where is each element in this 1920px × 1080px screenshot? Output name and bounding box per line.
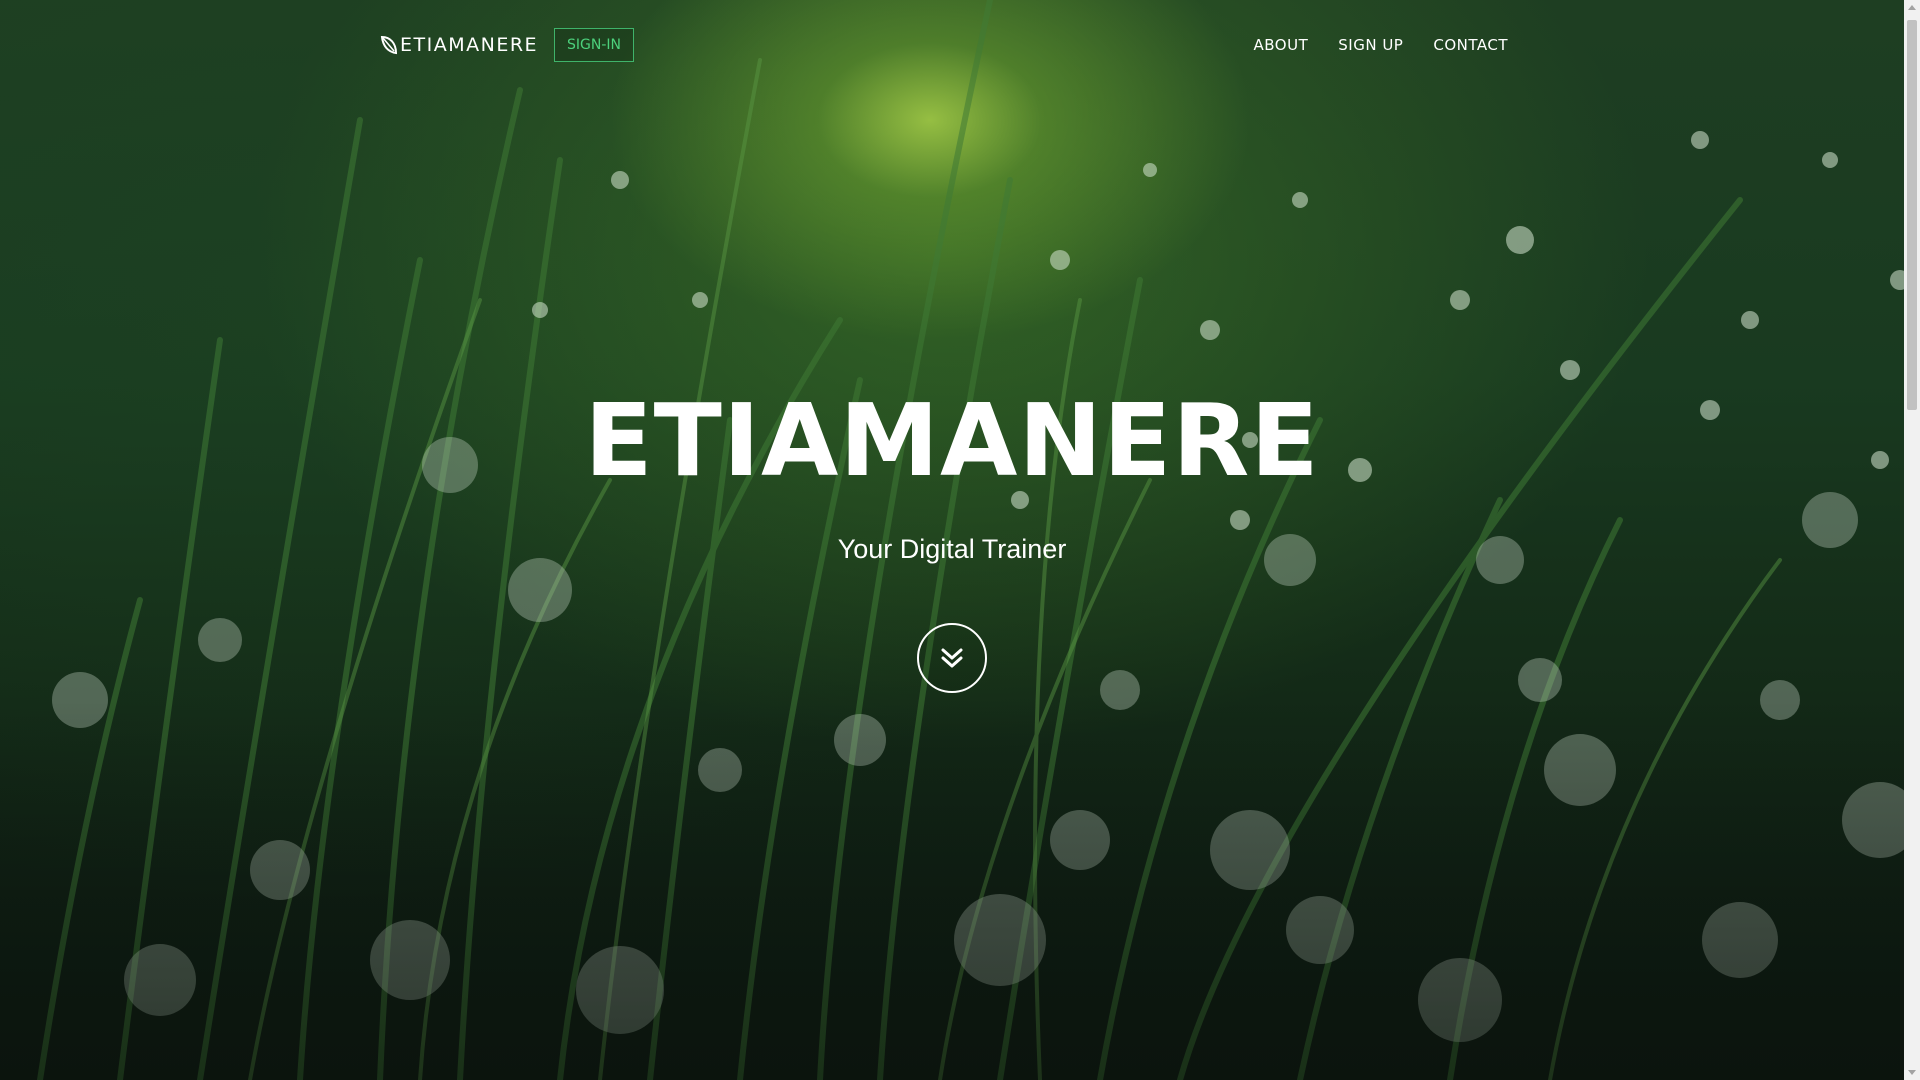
scroll-down-arrow-icon[interactable] bbox=[1908, 1070, 1916, 1075]
nav-links: ABOUT SIGN UP CONTACT bbox=[1254, 36, 1508, 54]
nav-link-contact[interactable]: CONTACT bbox=[1433, 36, 1508, 54]
chevron-double-down-icon bbox=[941, 648, 963, 668]
landing-page: ETIAMANERE SIGN-IN ABOUT SIGN UP CONTACT… bbox=[0, 0, 1920, 1080]
hero-subtitle: Your Digital Trainer bbox=[837, 534, 1067, 564]
scrollbar-thumb[interactable] bbox=[1907, 20, 1917, 410]
brand-name: ETIAMANERE bbox=[400, 34, 539, 56]
hero-title: ETIAMANERE bbox=[584, 382, 1320, 499]
nav-link-about[interactable]: ABOUT bbox=[1254, 36, 1309, 54]
sign-in-button[interactable]: SIGN-IN bbox=[554, 28, 635, 62]
scroll-down-button[interactable] bbox=[917, 623, 987, 693]
brand: ETIAMANERE SIGN-IN bbox=[380, 28, 635, 62]
leaf-icon bbox=[380, 35, 398, 55]
vertical-scrollbar[interactable] bbox=[1904, 0, 1920, 1080]
top-navbar: ETIAMANERE SIGN-IN ABOUT SIGN UP CONTACT bbox=[380, 24, 1508, 66]
scroll-up-arrow-icon[interactable] bbox=[1908, 5, 1916, 10]
nav-link-sign-up[interactable]: SIGN UP bbox=[1338, 36, 1403, 54]
brand-home-link[interactable]: ETIAMANERE bbox=[380, 34, 538, 56]
